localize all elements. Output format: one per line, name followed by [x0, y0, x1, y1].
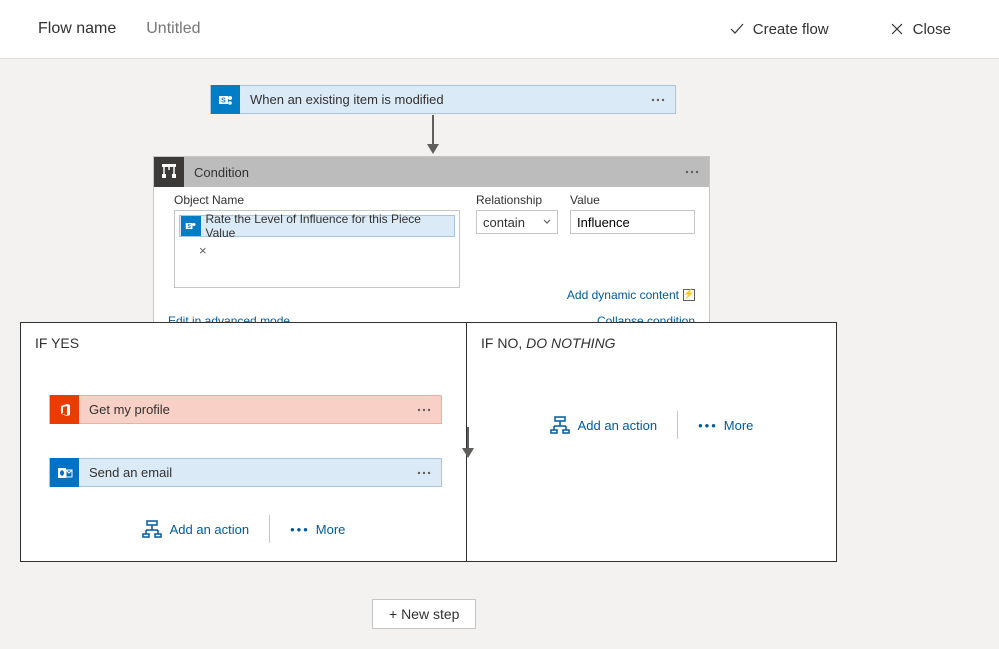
ellipsis-icon: ••• [698, 418, 718, 433]
send-email-action[interactable]: Send an email [49, 458, 442, 487]
if-yes-branch: IF YES Get my profile S [20, 322, 467, 562]
more-button-no[interactable]: ••• More [698, 418, 753, 433]
checkmark-icon [729, 21, 745, 37]
ellipsis-icon [417, 471, 431, 475]
value-label: Value [570, 193, 695, 207]
condition-icon [154, 157, 184, 187]
svg-text:S: S [187, 224, 191, 230]
trigger-title: When an existing item is modified [250, 92, 641, 107]
close-icon [889, 21, 905, 37]
sharepoint-icon: S [211, 85, 240, 114]
get-profile-action[interactable]: Get my profile [49, 395, 442, 424]
token-remove-button[interactable]: × [179, 243, 455, 258]
value-input[interactable] [570, 210, 695, 234]
office-icon [50, 395, 79, 424]
header-bar: Flow name Untitled Create flow Close [0, 0, 999, 59]
condition-card[interactable]: Condition Object Name S Rate the Level o… [153, 156, 710, 339]
connector-arrow [427, 115, 439, 154]
if-no-label: IF NO, DO NOTHING [467, 323, 836, 359]
flow-name-label: Flow name [38, 20, 116, 38]
close-button[interactable]: Close [879, 15, 961, 44]
flow-name-input[interactable]: Untitled [146, 20, 200, 38]
condition-menu-button[interactable] [675, 170, 709, 174]
token-text: Rate the Level of Influence for this Pie… [202, 212, 454, 240]
condition-title: Condition [194, 165, 675, 180]
ellipsis-icon [651, 98, 665, 102]
condition-header[interactable]: Condition [154, 157, 709, 187]
ellipsis-icon [417, 408, 431, 412]
relationship-select[interactable]: contain [476, 210, 558, 234]
relationship-label: Relationship [476, 193, 558, 207]
object-name-label: Object Name [174, 193, 460, 207]
create-flow-button[interactable]: Create flow [719, 15, 839, 44]
ellipsis-icon: ••• [290, 522, 310, 537]
connector-arrow [245, 427, 690, 458]
add-action-icon [142, 520, 162, 538]
if-yes-label: IF YES [21, 323, 466, 359]
dynamic-content-icon: ⚡ [683, 289, 695, 301]
ellipsis-icon [685, 170, 699, 174]
more-button-yes[interactable]: ••• More [290, 522, 345, 537]
dynamic-content-token[interactable]: S Rate the Level of Influence for this P… [179, 215, 455, 237]
action-title: Send an email [89, 465, 407, 480]
divider [269, 515, 270, 543]
trigger-menu-button[interactable] [641, 98, 675, 102]
sharepoint-icon: S [181, 216, 201, 236]
action-menu-button[interactable] [407, 471, 441, 475]
new-step-button[interactable]: + New step [372, 599, 476, 629]
add-action-button-yes[interactable]: Add an action [142, 520, 250, 538]
object-name-input[interactable]: S Rate the Level of Influence for this P… [174, 210, 460, 288]
svg-text:S: S [221, 97, 226, 104]
action-title: Get my profile [89, 402, 407, 417]
outlook-icon [50, 458, 79, 487]
action-menu-button[interactable] [407, 408, 441, 412]
chevron-down-icon [543, 219, 551, 225]
add-dynamic-content-link[interactable]: Add dynamic content ⚡ [567, 288, 695, 302]
trigger-card[interactable]: S When an existing item is modified [210, 85, 676, 114]
